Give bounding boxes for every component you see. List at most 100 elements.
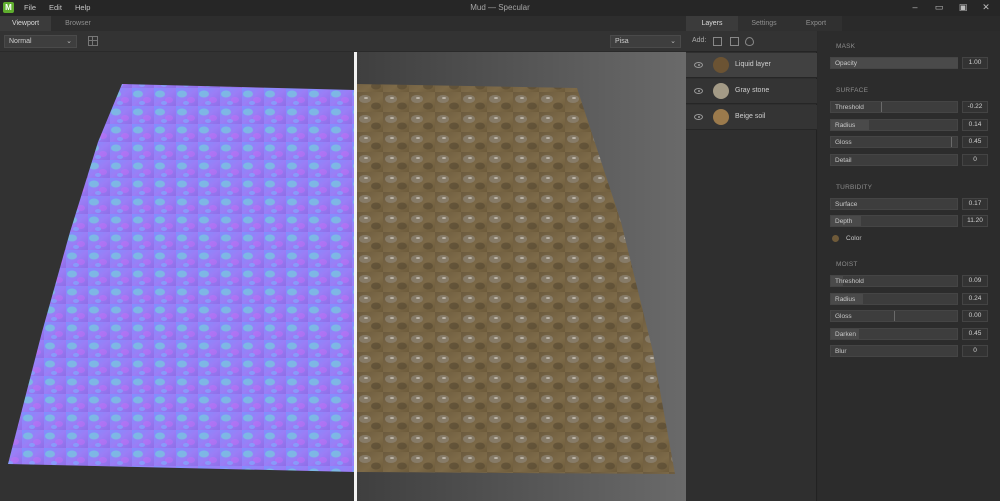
slider-label: Radius [835,122,856,129]
shading-mode-select[interactable]: Normal ⌄ [4,35,77,48]
turbidity-color-label: Color [846,235,862,242]
moist-radius-slider[interactable]: Radius [830,293,958,305]
surface-value-field[interactable]: 0.17 [962,198,988,210]
visibility-eye-icon[interactable] [694,114,703,120]
blur-value-field[interactable]: 0 [962,345,988,357]
layer-thumbnail [713,83,729,99]
tab-layers[interactable]: Layers [686,16,738,31]
slider-label: Gloss [835,313,852,320]
prop-row-blur: Blur 0 [830,345,988,357]
moist-threshold-value-field[interactable]: 0.09 [962,275,988,287]
layers-panel: Add: Liquid layer Gray stone Beige soil [686,31,817,501]
gloss-value-field[interactable]: 0.45 [962,136,988,148]
prop-row-opacity: Opacity 1.00 [830,57,988,69]
slider-label: Threshold [835,278,864,285]
slider-label: Blur [835,348,847,355]
slider-label: Depth [835,218,853,225]
opacity-value-field[interactable]: 1.00 [962,57,988,69]
layer-label: Beige soil [735,113,766,120]
prop-row-moist-threshold: Threshold 0.09 [830,275,988,287]
layer-thumbnail [713,109,729,125]
turbidity-color-swatch[interactable] [832,235,839,242]
prop-row-depth: Depth 11.20 [830,215,988,227]
slider-label: Surface [835,201,858,208]
surface-slider[interactable]: Surface [830,198,958,210]
moist-radius-value-field[interactable]: 0.24 [962,293,988,305]
depth-slider[interactable]: Depth [830,215,958,227]
title-bar: M File Edit Help Mud — Specular – ▭ ▣ ✕ [0,0,1000,16]
section-surface-title: SURFACE [836,87,869,94]
moist-gloss-slider[interactable]: Gloss [830,310,958,322]
restore-icon[interactable]: ▣ [957,2,969,13]
radius-slider[interactable]: Radius [830,119,958,131]
normal-map-view [0,52,355,501]
slider-label: Opacity [835,60,858,67]
prop-row-moist-gloss: Gloss 0.00 [830,310,988,322]
left-tab-bar: Viewport Browser [0,16,686,31]
specular-terrain [357,84,675,474]
blur-slider[interactable]: Blur [830,345,958,357]
add-layer-row: Add: [686,31,817,52]
moist-gloss-value-field[interactable]: 0.00 [962,310,988,322]
detail-value-field[interactable]: 0 [962,154,988,166]
specular-view [357,52,686,501]
app-logo: M [3,2,14,13]
tab-settings[interactable]: Settings [738,16,790,31]
tab-export[interactable]: Export [790,16,842,31]
layer-item-liquid[interactable]: Liquid layer [686,53,817,78]
menu-help[interactable]: Help [75,3,90,12]
radius-value-field[interactable]: 0.14 [962,119,988,131]
tab-browser[interactable]: Browser [53,16,103,31]
detail-slider[interactable]: Detail [830,154,958,166]
layer-item-beige-soil[interactable]: Beige soil [686,105,817,130]
add-texture-layer-icon[interactable] [713,37,722,46]
prop-row-threshold: Threshold -0.22 [830,101,988,113]
shading-mode-value: Normal [9,38,32,45]
add-liquid-layer-icon[interactable] [745,37,754,46]
chevron-down-icon: ⌄ [670,38,676,45]
layer-label: Gray stone [735,87,770,94]
section-turbidity-title: TURBIDITY [836,184,873,191]
viewport-3d[interactable] [0,52,686,501]
moist-threshold-slider[interactable]: Threshold [830,275,958,287]
opacity-slider[interactable]: Opacity [830,57,958,69]
slider-label: Darken [835,331,856,338]
prop-row-radius: Radius 0.14 [830,119,988,131]
environment-select[interactable]: Pisa ⌄ [610,35,681,48]
darken-value-field[interactable]: 0.45 [962,328,988,340]
menu-file[interactable]: File [24,3,36,12]
prop-row-detail: Detail 0 [830,154,988,166]
slider-label: Detail [835,157,852,164]
chevron-down-icon: ⌄ [66,38,72,45]
prop-row-gloss: Gloss 0.45 [830,136,988,148]
tab-viewport[interactable]: Viewport [0,16,51,31]
normal-map-terrain [8,84,355,472]
slider-label: Radius [835,296,856,303]
compare-split-handle[interactable] [354,52,357,501]
add-fill-layer-icon[interactable] [730,37,739,46]
darken-slider[interactable]: Darken [830,328,958,340]
threshold-slider[interactable]: Threshold [830,101,958,113]
layer-label: Liquid layer [735,61,771,68]
slider-label: Threshold [835,104,864,111]
section-mask-title: MASK [836,43,856,50]
minimize-icon[interactable]: – [909,2,921,13]
threshold-value-field[interactable]: -0.22 [962,101,988,113]
right-tab-bar: Layers Settings Export [686,16,1000,31]
menu-edit[interactable]: Edit [49,3,62,12]
window-title: Mud — Specular [470,3,530,12]
maximize-icon[interactable]: ▭ [933,2,945,13]
grid-toggle-icon[interactable] [88,36,98,46]
visibility-eye-icon[interactable] [694,88,703,94]
slider-label: Gloss [835,139,852,146]
section-moist-title: MOIST [836,261,858,268]
visibility-eye-icon[interactable] [694,62,703,68]
gloss-slider[interactable]: Gloss [830,136,958,148]
layer-item-gray-stone[interactable]: Gray stone [686,79,817,104]
prop-row-moist-radius: Radius 0.24 [830,293,988,305]
depth-value-field[interactable]: 11.20 [962,215,988,227]
close-icon[interactable]: ✕ [980,2,992,13]
add-label: Add: [692,37,707,44]
prop-row-surface: Surface 0.17 [830,198,988,210]
environment-value: Pisa [615,38,629,45]
